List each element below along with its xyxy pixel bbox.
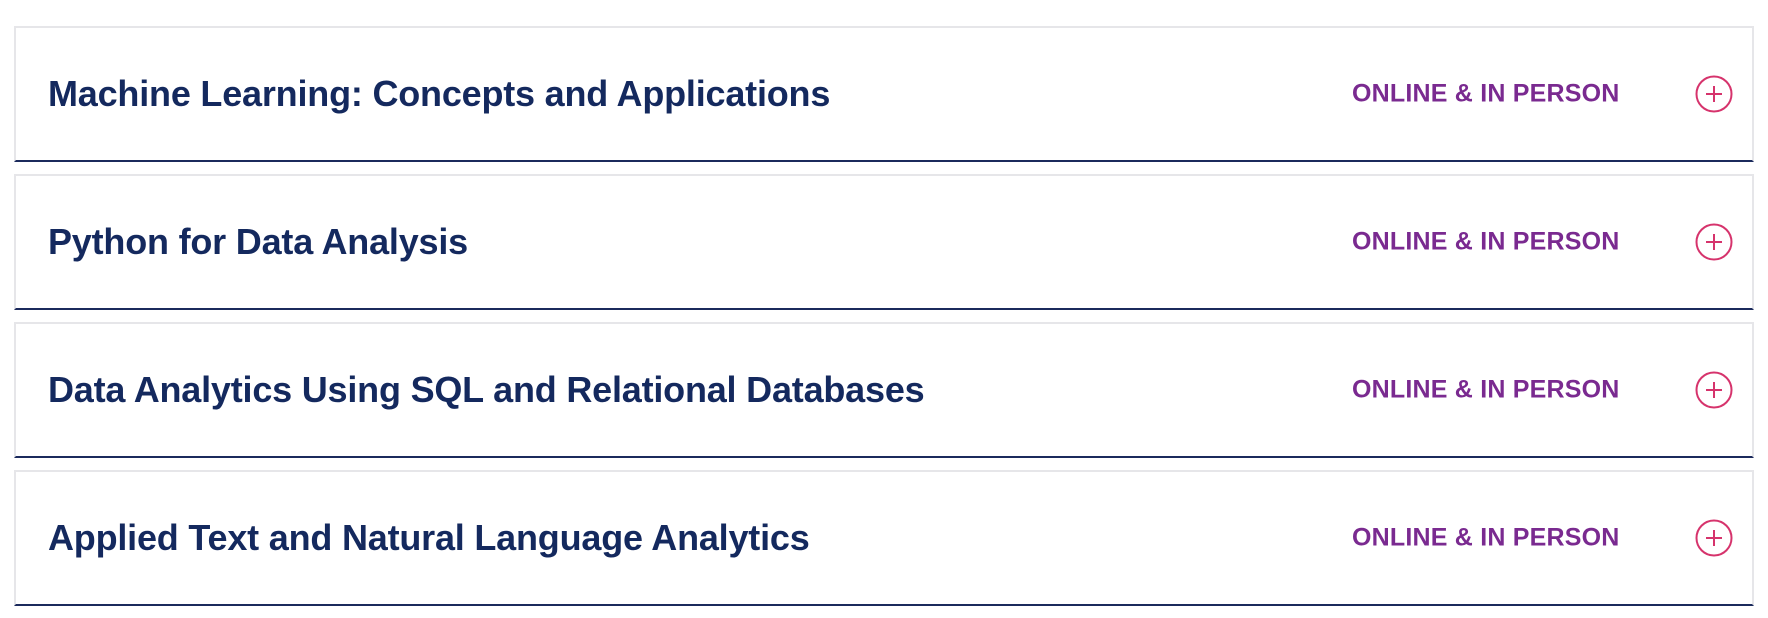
course-title: Data Analytics Using SQL and Relational … — [48, 369, 925, 410]
plus-circle-icon[interactable] — [1694, 222, 1734, 262]
plus-circle-icon[interactable] — [1694, 518, 1734, 558]
course-format-label: ONLINE & IN PERSON — [1352, 227, 1620, 256]
course-title: Machine Learning: Concepts and Applicati… — [48, 73, 831, 114]
plus-circle-icon[interactable] — [1694, 74, 1734, 114]
course-row-python-data-analysis[interactable]: Python for Data Analysis ONLINE & IN PER… — [14, 174, 1754, 310]
course-title: Python for Data Analysis — [48, 221, 468, 262]
course-row-text-nlp-analytics[interactable]: Applied Text and Natural Language Analyt… — [14, 470, 1754, 606]
course-format-label: ONLINE & IN PERSON — [1352, 523, 1620, 552]
course-format-label: ONLINE & IN PERSON — [1352, 375, 1620, 404]
course-row-machine-learning[interactable]: Machine Learning: Concepts and Applicati… — [14, 26, 1754, 162]
course-accordion-list: Machine Learning: Concepts and Applicati… — [14, 26, 1754, 618]
course-title: Applied Text and Natural Language Analyt… — [48, 517, 810, 558]
course-format-label: ONLINE & IN PERSON — [1352, 79, 1620, 108]
plus-circle-icon[interactable] — [1694, 370, 1734, 410]
course-row-sql-databases[interactable]: Data Analytics Using SQL and Relational … — [14, 322, 1754, 458]
